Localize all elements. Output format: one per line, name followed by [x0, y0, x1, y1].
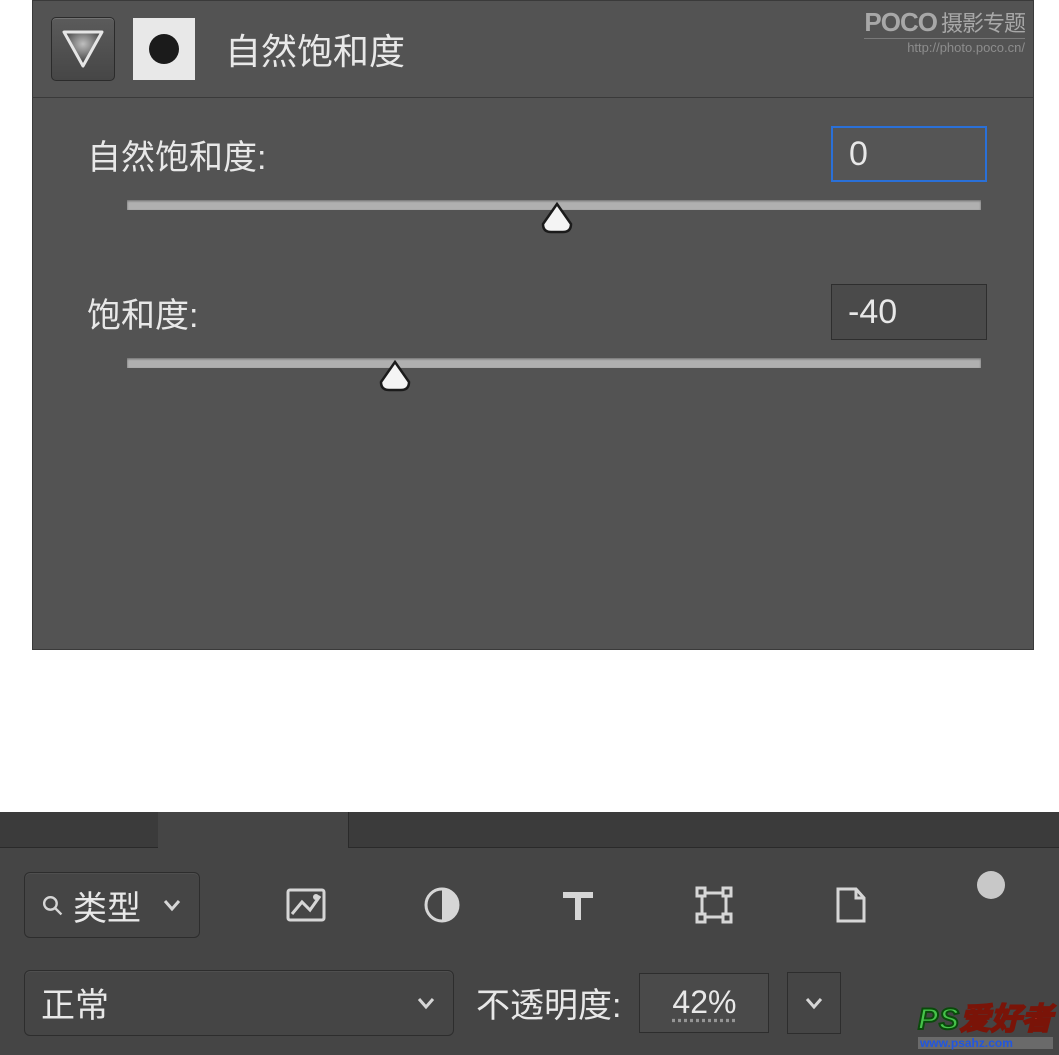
chevron-down-icon	[161, 894, 183, 916]
opacity-label: 不透明度:	[476, 978, 621, 1027]
vibrance-panel: 自然饱和度 POCO摄影专题 http://photo.poco.cn/ 自然饱…	[32, 0, 1034, 650]
vibrance-panel-header: 自然饱和度 POCO摄影专题 http://photo.poco.cn/	[33, 1, 1033, 98]
layers-panel: 类型 正常	[0, 812, 1059, 1055]
filter-kind-select[interactable]: 类型	[24, 872, 200, 938]
chevron-down-icon	[804, 993, 824, 1013]
saturation-slider-group: 饱和度:	[87, 284, 987, 398]
vibrance-panel-body: 自然饱和度: 饱和度:	[33, 98, 1033, 649]
filter-shape-icon[interactable]	[691, 882, 737, 928]
saturation-slider[interactable]	[87, 358, 987, 398]
layer-mask-thumbnail[interactable]	[133, 18, 195, 80]
vibrance-label: 自然饱和度:	[87, 130, 266, 179]
filter-toggle-switch[interactable]	[977, 871, 1005, 899]
vibrance-value-input[interactable]	[831, 126, 987, 182]
saturation-slider-track	[127, 358, 981, 368]
poco-watermark: POCO摄影专题 http://photo.poco.cn/	[864, 9, 1025, 55]
saturation-label: 饱和度:	[87, 288, 198, 337]
psahz-watermark: PS爱好者 www.psahz.com	[918, 1005, 1053, 1049]
filter-pixel-icon[interactable]	[283, 882, 329, 928]
opacity-value[interactable]: 42%	[639, 973, 769, 1033]
vibrance-slider[interactable]	[87, 200, 987, 240]
layer-filter-row: 类型	[0, 848, 1059, 962]
filter-smartobject-icon[interactable]	[827, 882, 873, 928]
filter-type-icons	[238, 882, 918, 928]
blend-row: 正常 不透明度: 42%	[0, 962, 1059, 1055]
blend-mode-value: 正常	[41, 978, 109, 1027]
tab-strip	[0, 812, 1059, 848]
tab-spacer	[0, 812, 158, 848]
mask-center-dot	[149, 34, 179, 64]
saturation-value-input[interactable]	[831, 284, 987, 340]
active-tab[interactable]	[158, 812, 349, 848]
filter-adjustment-icon[interactable]	[419, 882, 465, 928]
adjustment-preset-button[interactable]	[51, 17, 115, 81]
chevron-down-icon	[415, 992, 437, 1014]
opacity-flyout-button[interactable]	[787, 972, 841, 1034]
panel-title: 自然饱和度	[225, 23, 405, 75]
search-icon	[41, 894, 63, 916]
filter-kind-label: 类型	[73, 881, 141, 930]
vibrance-slider-group: 自然饱和度:	[87, 126, 987, 240]
tab-rest	[349, 812, 1059, 848]
filter-type-text-icon[interactable]	[555, 882, 601, 928]
blend-mode-select[interactable]: 正常	[24, 970, 454, 1036]
vibrance-triangle-icon	[60, 26, 106, 72]
